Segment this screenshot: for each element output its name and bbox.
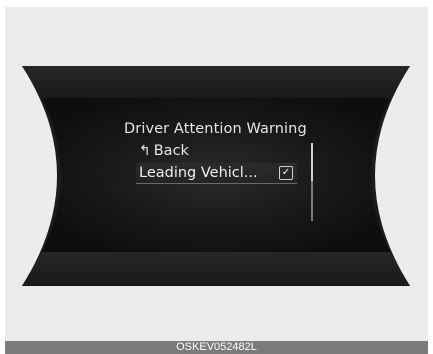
image-code-caption: OSKEV052482L bbox=[176, 341, 257, 353]
menu-item-underline bbox=[136, 183, 297, 184]
check-mark-icon: ✓ bbox=[281, 167, 291, 178]
back-arrow-icon: ↰ bbox=[139, 143, 151, 159]
cluster-screen: Driver Attention Warning ↰ Back Leading … bbox=[0, 0, 433, 354]
menu-title: Driver Attention Warning bbox=[124, 121, 307, 137]
back-label: Back bbox=[153, 143, 189, 159]
menu-item-label: Leading Vehicl... bbox=[139, 165, 258, 181]
checkbox-checked-icon[interactable]: ✓ bbox=[279, 166, 293, 180]
menu-item-leading-vehicle[interactable]: Leading Vehicl... ✓ bbox=[136, 163, 297, 183]
menu-scrollbar-thumb[interactable] bbox=[311, 143, 313, 181]
image-caption-bar: OSKEV052482L bbox=[5, 341, 428, 354]
back-menu-item[interactable]: ↰ Back bbox=[139, 142, 189, 160]
